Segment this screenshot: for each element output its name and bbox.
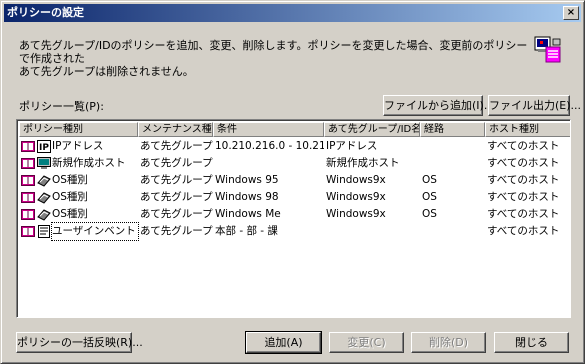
- table-row[interactable]: 新規作成ホスト あて先グループ 新規作成ホスト すべてのホスト: [19, 155, 569, 172]
- cell-policy-type: OS種別: [52, 191, 88, 203]
- cell-policy-type: OS種別: [52, 174, 88, 186]
- cell-condition: Windows Me: [215, 208, 281, 220]
- cell-group-name: Windows9x: [326, 208, 386, 220]
- cell-policy-type: IPアドレス: [52, 140, 104, 152]
- cell-host-type: すべてのホスト: [487, 174, 560, 186]
- policy-book-icon: [21, 226, 35, 237]
- cell-condition: [215, 155, 324, 172]
- os-icon: [37, 175, 51, 187]
- column-header-maintenance-type[interactable]: メンテナンス種別: [138, 122, 213, 137]
- cell-maintenance-type: あて先グループ: [140, 140, 213, 152]
- cell-maintenance-type: あて先グループ: [140, 208, 213, 220]
- cell-group-name: Windows9x: [326, 174, 386, 186]
- cell-route: OS: [422, 208, 437, 220]
- cell-group-name: [326, 223, 420, 240]
- cell-route: [422, 223, 485, 240]
- cell-route: OS: [422, 191, 437, 203]
- close-icon[interactable]: ×: [563, 6, 579, 20]
- add-from-file-button[interactable]: ファイルから追加(I)...: [383, 95, 494, 116]
- cell-group-name: Windows9x: [326, 191, 386, 203]
- table-row[interactable]: OS種別 あて先グループ Windows 95 Windows9x OS すべて…: [19, 172, 569, 189]
- policy-book-icon: [21, 192, 35, 203]
- os-icon: [37, 192, 51, 204]
- column-header-condition[interactable]: 条件: [213, 122, 324, 137]
- cell-policy-type: OS種別: [52, 208, 88, 220]
- table-row[interactable]: OS種別 あて先グループ Windows 98 Windows9x OS すべて…: [19, 189, 569, 206]
- policy-book-icon: [21, 175, 35, 186]
- export-file-button[interactable]: ファイル出力(E)...: [488, 95, 581, 116]
- delete-button[interactable]: 削除(D): [411, 332, 486, 353]
- policy-settings-dialog: ポリシーの設定 × あて先グループ/IDのポリシーを追加、変更、削除します。ポリ…: [0, 0, 585, 364]
- cell-group-name: 新規作成ホスト: [326, 157, 400, 169]
- policy-book-icon: [21, 158, 35, 169]
- policy-book-icon: [21, 209, 35, 220]
- table-row[interactable]: ユーザインベントリ項目 あて先グループ 本部 - 部 - 課 すべてのホスト: [19, 222, 569, 241]
- cell-host-type: すべてのホスト: [487, 225, 560, 237]
- svg-text:IP: IP: [39, 143, 49, 153]
- column-header-policy-type[interactable]: ポリシー種別: [19, 122, 138, 137]
- policy-list[interactable]: ポリシー種別 メンテナンス種別 条件 あて先グループ/ID名 経路 ホスト種別 …: [16, 119, 571, 318]
- new-host-icon: [37, 157, 51, 169]
- cell-host-type: すべてのホスト: [487, 140, 560, 152]
- cell-condition: Windows 95: [215, 174, 279, 186]
- cell-route: [422, 155, 485, 172]
- column-header-host-type[interactable]: ホスト種別: [485, 122, 570, 137]
- title-bar[interactable]: ポリシーの設定 ×: [4, 4, 581, 22]
- cell-host-type: すべてのホスト: [487, 157, 560, 169]
- policy-list-label: ポリシー一覧(P):: [19, 100, 104, 113]
- cell-route: [422, 138, 485, 155]
- apply-all-policies-button[interactable]: ポリシーの一括反映(R)...: [16, 332, 143, 353]
- policy-icon: [534, 36, 561, 63]
- inventory-icon: [38, 225, 50, 238]
- table-row[interactable]: IP IPアドレス あて先グループ 10.210.216.0 - 10.210.…: [19, 138, 569, 155]
- cell-condition: 本部 - 部 - 課: [215, 225, 278, 237]
- cell-condition: 10.210.216.0 - 10.210....: [215, 140, 324, 152]
- window-title: ポリシーの設定: [7, 6, 84, 19]
- cell-policy-type: ユーザインベントリ項目: [51, 222, 139, 241]
- cell-maintenance-type: あて先グループ: [140, 174, 213, 186]
- table-row[interactable]: OS種別 あて先グループ Windows Me Windows9x OS すべて…: [19, 206, 569, 223]
- ip-icon: IP: [37, 140, 51, 153]
- close-button[interactable]: 閉じる: [494, 332, 569, 353]
- os-icon: [37, 209, 51, 221]
- cell-maintenance-type: あて先グループ: [140, 191, 213, 203]
- cell-maintenance-type: あて先グループ: [140, 225, 213, 237]
- column-header-group-name[interactable]: あて先グループ/ID名: [324, 122, 420, 137]
- cell-condition: Windows 98: [215, 191, 279, 203]
- cell-host-type: すべてのホスト: [487, 191, 560, 203]
- cell-policy-type: 新規作成ホスト: [52, 157, 126, 169]
- column-header-route[interactable]: 経路: [420, 122, 485, 137]
- policy-book-icon: [21, 141, 35, 152]
- cell-maintenance-type: あて先グループ: [140, 157, 213, 169]
- cell-host-type: すべてのホスト: [487, 208, 560, 220]
- cell-group-name: IPアドレス: [326, 140, 378, 152]
- change-button[interactable]: 変更(C): [329, 332, 404, 353]
- add-button[interactable]: 追加(A): [245, 331, 322, 354]
- dialog-description: あて先グループ/IDのポリシーを追加、変更、削除します。ポリシーを変更した場合、…: [19, 39, 528, 78]
- cell-route: OS: [422, 174, 437, 186]
